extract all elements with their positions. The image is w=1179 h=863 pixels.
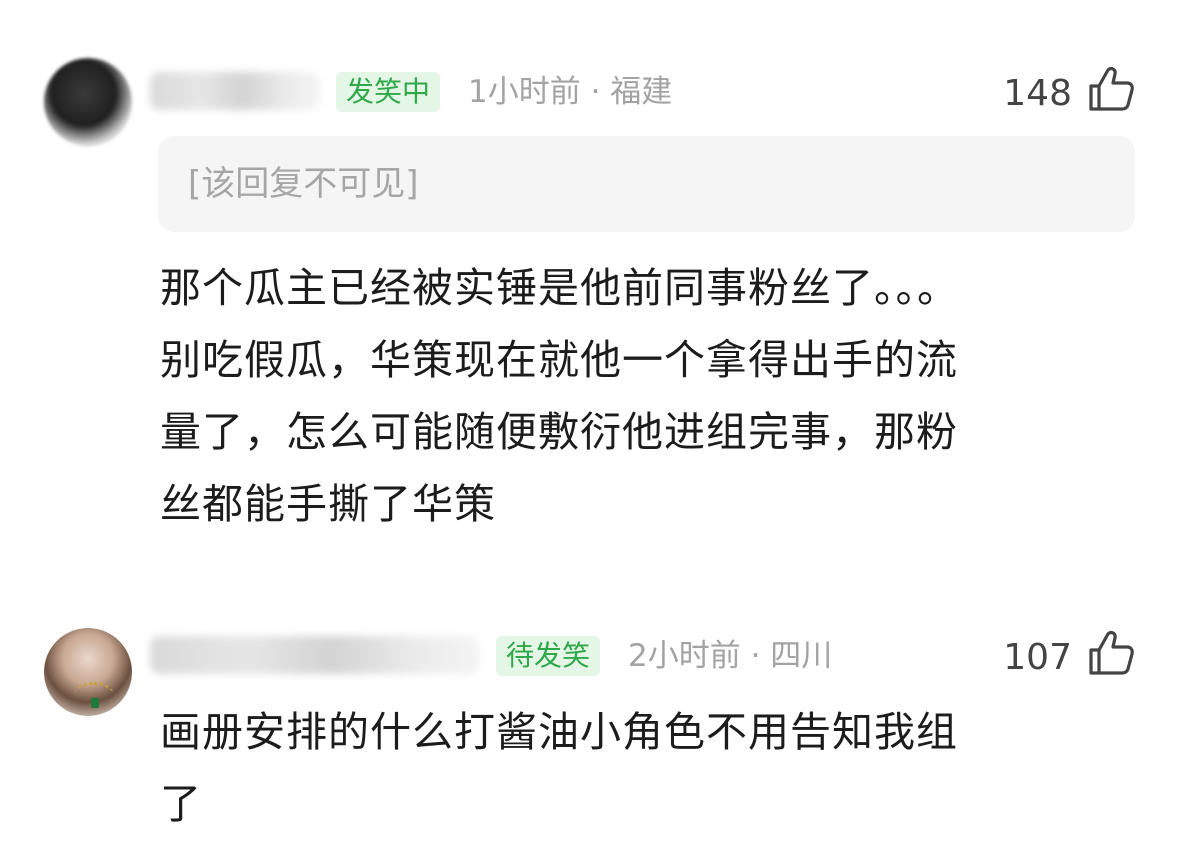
comment-line: 画册安排的什么打酱油小角色不用告知我组 bbox=[160, 708, 958, 756]
thumbs-up-icon[interactable] bbox=[1086, 628, 1136, 678]
status-badge: 待发笑 bbox=[496, 636, 601, 676]
comment-body: 画册安排的什么打酱油小角色不用告知我组 了 bbox=[160, 696, 958, 840]
like-count: 107 bbox=[1003, 637, 1072, 678]
username-redacted[interactable] bbox=[150, 636, 480, 674]
pendant-detail bbox=[91, 698, 99, 708]
comment-item: 待发笑 2小时前 · 四川 107 画册安排的什么打酱油小角色不用告知我组 了 bbox=[0, 0, 1179, 863]
avatar[interactable] bbox=[44, 628, 132, 716]
comment-meta: 2小时前 · 四川 bbox=[628, 638, 833, 674]
comment-line: 了 bbox=[160, 780, 202, 828]
